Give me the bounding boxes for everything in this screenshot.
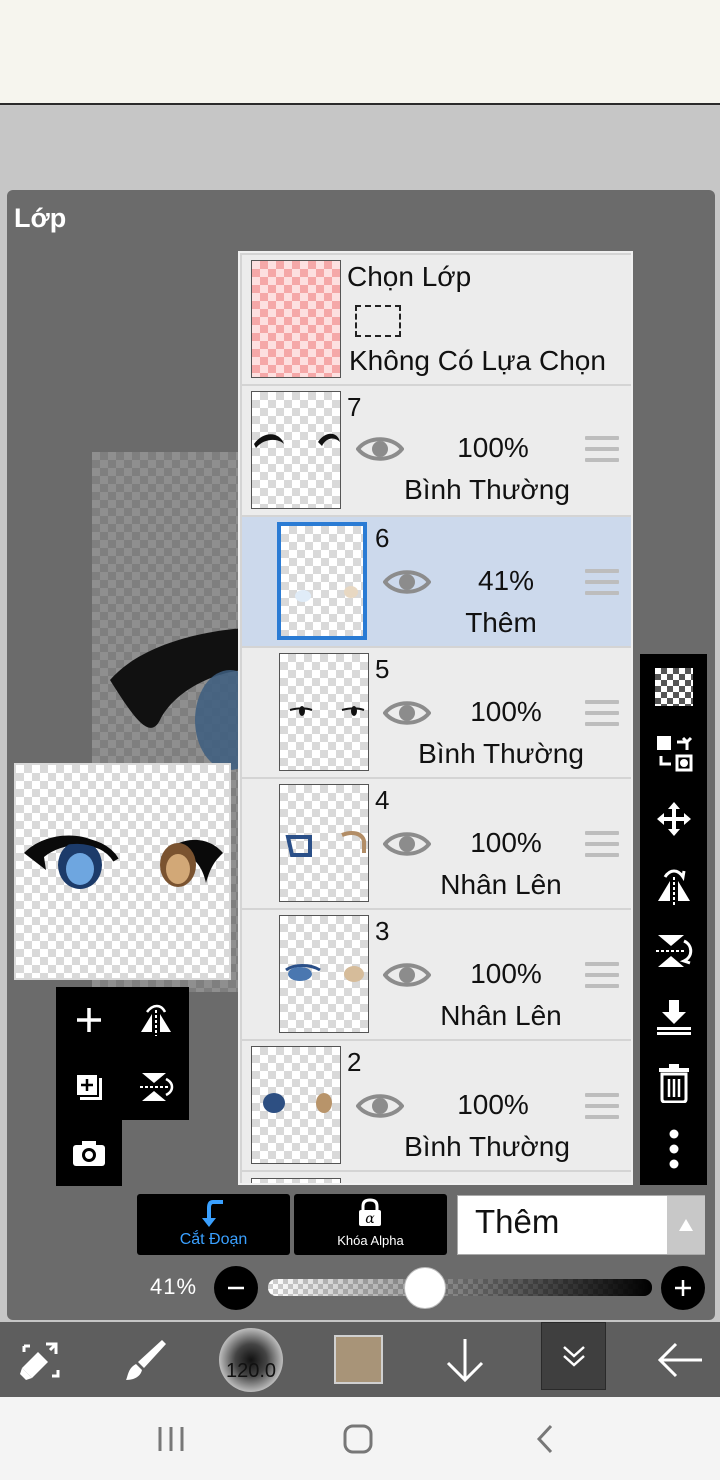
visibility-eye-icon[interactable] — [383, 960, 431, 990]
visibility-eye-icon[interactable] — [383, 829, 431, 859]
flip-vertical-icon[interactable] — [640, 918, 707, 984]
layer-row-4[interactable]: 4 100% Nhân Lên — [242, 779, 631, 908]
layer-number: 4 — [375, 785, 390, 815]
layer-number: 3 — [375, 916, 390, 946]
mini-tool-pad — [56, 987, 189, 1120]
layer-thumbnail — [277, 522, 367, 640]
layer-number: 6 — [375, 523, 390, 553]
panel-title: Lớp — [14, 203, 67, 233]
layer-number: 5 — [375, 654, 390, 684]
home-icon[interactable] — [342, 1423, 374, 1455]
transparency-icon[interactable] — [640, 654, 707, 720]
back-arrow-icon[interactable] — [640, 1322, 720, 1397]
layer-row-7[interactable]: 7 100% Bình Thường — [242, 386, 631, 515]
brush-icon[interactable] — [106, 1322, 186, 1397]
drag-handle-icon[interactable] — [585, 1093, 619, 1119]
back-icon[interactable] — [534, 1423, 556, 1455]
drag-handle-icon[interactable] — [585, 831, 619, 857]
visibility-eye-icon[interactable] — [383, 567, 431, 597]
flip-horizontal-icon[interactable] — [640, 852, 707, 918]
system-navigation-bar — [0, 1397, 720, 1480]
minus-icon — [228, 1286, 244, 1290]
layer-thumbnail — [251, 1046, 341, 1164]
layer-number: 7 — [347, 392, 362, 422]
layer-blend-mode: Bình Thường — [418, 738, 584, 769]
opacity-decrease-button[interactable] — [214, 1266, 258, 1310]
svg-text:α: α — [365, 1211, 375, 1227]
selection-marquee-icon — [355, 305, 401, 337]
layer-list[interactable]: Chọn Lớp Không Có Lựa Chọn 7 100% Bình T… — [238, 251, 633, 1185]
color-swatch[interactable] — [334, 1335, 383, 1384]
alpha-lock-label: Khóa Alpha — [337, 1233, 404, 1248]
selection-thumbnail — [251, 260, 341, 378]
merge-down-icon[interactable] — [640, 984, 707, 1050]
clipping-icon — [202, 1200, 223, 1227]
layer-blend-mode: Bình Thường — [404, 1131, 570, 1162]
selection-layer-title: Chọn Lớp — [347, 261, 472, 292]
drag-handle-icon[interactable] — [585, 436, 619, 462]
alpha-lock-icon: α — [359, 1198, 381, 1227]
layer-number: 2 — [347, 1047, 362, 1077]
alpha-lock-button[interactable]: α Khóa Alpha — [294, 1194, 447, 1255]
drag-handle-icon[interactable] — [585, 569, 619, 595]
canvas-eye-drawing — [110, 628, 245, 770]
layer-row-3[interactable]: 3 100% Nhân Lên — [242, 910, 631, 1039]
arrow-down-icon[interactable] — [425, 1322, 505, 1397]
layer-blend-mode: Bình Thường — [404, 474, 570, 505]
layer-blend-mode: Thêm — [465, 607, 537, 638]
layer-blend-mode: Nhân Lên — [440, 869, 562, 900]
layer-opacity: 41% — [477, 565, 535, 596]
trash-icon[interactable] — [640, 1050, 707, 1116]
clipping-label: Cắt Đoạn — [179, 1231, 248, 1248]
opacity-label: 41% — [150, 1274, 198, 1299]
blend-mode-value: Thêm — [475, 1203, 560, 1240]
layer-opacity: 100% — [457, 1089, 529, 1120]
selection-status: Không Có Lựa Chọn — [349, 345, 606, 376]
layer-opacity: 100% — [470, 696, 542, 727]
selection-layer-row[interactable]: Chọn Lớp Không Có Lựa Chọn — [242, 255, 631, 384]
layer-blend-mode: Nhân Lên — [440, 1000, 562, 1031]
layer-row-2[interactable]: 2 100% Bình Thường — [242, 1041, 631, 1170]
layer-transform-icon[interactable] — [640, 720, 707, 786]
collapse-icon[interactable] — [541, 1322, 606, 1390]
layer-thumbnail — [279, 653, 369, 771]
layer-row-5[interactable]: 5 100% Bình Thường — [242, 648, 631, 777]
camera-button[interactable] — [56, 1120, 122, 1186]
add-layer-icon[interactable] — [56, 987, 122, 1053]
layer-row-partial[interactable] — [242, 1172, 631, 1183]
layer-thumbnail — [279, 784, 369, 902]
layer-opacity: 100% — [470, 827, 542, 858]
clipping-button[interactable]: Cắt Đoạn — [137, 1194, 290, 1255]
visibility-eye-icon[interactable] — [356, 1091, 404, 1121]
layer-thumbnail — [251, 391, 341, 509]
caret-up-icon — [679, 1219, 693, 1231]
plus-icon — [675, 1280, 691, 1296]
camera-icon[interactable] — [56, 1120, 122, 1186]
visibility-eye-icon[interactable] — [383, 698, 431, 728]
more-icon[interactable] — [640, 1116, 707, 1182]
recent-apps-icon[interactable] — [156, 1425, 186, 1453]
opacity-increase-button[interactable] — [661, 1266, 705, 1310]
layer-thumbnail — [251, 1178, 341, 1183]
drag-handle-icon[interactable] — [585, 700, 619, 726]
drag-handle-icon[interactable] — [585, 962, 619, 988]
move-icon[interactable] — [640, 786, 707, 852]
add-layer-copy-icon[interactable] — [56, 1054, 122, 1120]
right-toolbar — [640, 654, 707, 1185]
transform-icon[interactable] — [0, 1322, 80, 1397]
preview-eyes-drawing — [24, 835, 223, 889]
layer-opacity: 100% — [470, 958, 542, 989]
opacity-slider[interactable] — [268, 1279, 652, 1296]
flip-vertical-icon[interactable] — [123, 1054, 189, 1120]
layer-thumbnail — [279, 915, 369, 1033]
brush-size-value: 120.0 — [225, 1360, 277, 1382]
canvas-preview[interactable] — [14, 763, 231, 980]
visibility-eye-icon[interactable] — [356, 434, 404, 464]
blend-mode-dropdown[interactable] — [667, 1196, 705, 1254]
layer-row-6[interactable]: 6 41% Thêm — [242, 517, 631, 646]
top-strip — [0, 0, 720, 105]
layer-opacity: 100% — [457, 432, 529, 463]
flip-horizontal-icon[interactable] — [123, 987, 189, 1053]
